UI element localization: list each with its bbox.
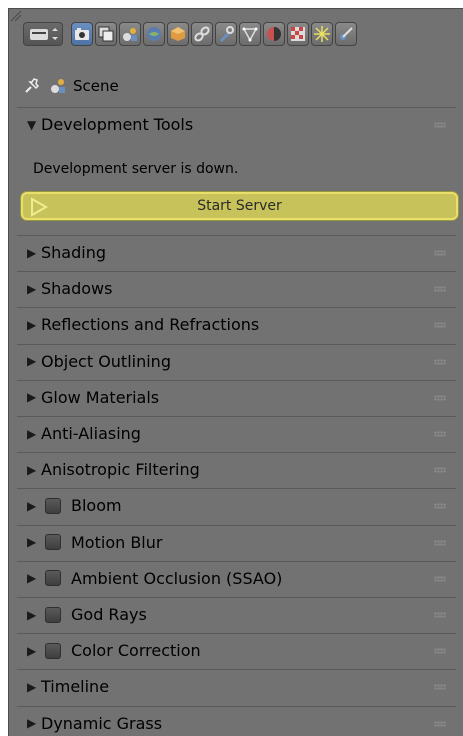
panel-title: Anisotropic Filtering [41,460,200,480]
panel-header[interactable]: ▶ Reflections and Refractions [17,307,456,341]
pin-icon[interactable] [23,77,41,95]
collapsed-triangle-icon: ▶ [27,354,37,369]
panel-title: Anti-Aliasing [41,424,141,443]
render-layers-icon[interactable] [95,22,117,46]
enable-checkbox[interactable] [45,497,61,514]
drag-grip-icon[interactable] [434,503,446,510]
collapsed-triangle-icon: ▶ [27,535,37,550]
start-server-label: Start Server [197,198,282,214]
drag-grip-icon[interactable] [434,539,446,546]
panel-title: Shadows [41,279,113,299]
panel-header[interactable]: ▶ Timeline [17,669,456,703]
panel-header[interactable]: ▶ Anti-Aliasing [17,416,456,450]
collapsed-triangle-icon: ▶ [27,281,37,296]
panel-header[interactable]: ▶ Glow Materials [17,379,456,414]
collapsed-triangle-icon: ▶ [27,571,37,586]
panel-header[interactable]: ▶ Shading [17,235,456,269]
panel-title: Object Outlining [41,351,171,371]
data-icon[interactable] [239,22,261,46]
drag-grip-icon[interactable] [434,286,446,293]
enable-checkbox[interactable] [45,534,61,551]
panel-title: Development Tools [41,115,194,134]
panel-development-tools[interactable]: ▼ Development Tools [17,107,456,141]
modifiers-icon[interactable] [215,22,237,46]
panel-header[interactable]: ▶ Dynamic Grass [17,705,456,736]
enable-checkbox[interactable] [45,570,61,587]
drag-grip-icon[interactable] [434,684,446,691]
expanded-triangle-icon: ▼ [27,117,37,132]
collapsed-triangle-icon: ▶ [27,643,37,658]
texture-icon[interactable] [287,22,309,46]
properties-editor: Scene ▼ Development Tools Development se… [8,8,463,736]
drag-grip-icon[interactable] [434,612,446,618]
scene-icon[interactable] [119,22,141,46]
collapsed-triangle-icon: ▶ [27,317,37,332]
drag-grip-icon[interactable] [434,575,446,582]
drag-grip-icon[interactable] [434,467,446,474]
collapsed-triangle-icon: ▶ [27,716,37,731]
context-toolbar [23,19,359,49]
drag-grip-icon[interactable] [434,122,446,128]
panel-header[interactable]: ▶ Ambient Occlusion (SSAO) [17,560,456,595]
panel-title: Motion Blur [71,532,163,552]
panel-title: Ambient Occlusion (SSAO) [71,568,283,588]
enable-checkbox[interactable] [45,606,61,623]
collapsed-triangle-icon: ▶ [27,462,37,477]
collapsed-triangle-icon: ▶ [27,607,37,622]
drag-grip-icon[interactable] [434,394,446,401]
drag-grip-icon[interactable] [434,250,446,256]
collapsed-triangle-icon: ▶ [27,426,37,441]
enable-checkbox[interactable] [45,642,61,659]
scene-name: Scene [73,77,119,95]
collapsed-triangle-icon: ▶ [27,498,37,513]
panel-header[interactable]: ▶ Color Correction [17,633,456,667]
panel-header[interactable]: ▶ God Rays [17,597,456,631]
scene-icon [51,79,65,93]
panel-title: Glow Materials [41,387,160,407]
play-icon [31,197,49,217]
panel-title: Color Correction [71,641,201,661]
collapsed-triangle-icon: ▶ [27,245,37,260]
properties-editor-icon[interactable] [23,22,63,46]
particles-icon[interactable] [311,22,333,46]
panel-header[interactable]: ▶ Object Outlining [17,343,456,378]
panel-header[interactable]: ▶ Shadows [17,271,456,305]
drag-grip-icon[interactable] [434,358,446,365]
server-status-text: Development server is down. [33,161,239,177]
panel-header[interactable]: ▶ Bloom [17,488,456,522]
object-icon[interactable] [167,22,189,46]
collapsed-triangle-icon: ▶ [27,679,37,694]
panel-title: Reflections and Refractions [41,315,260,335]
context-path: Scene [23,71,119,101]
collapsed-triangle-icon: ▶ [27,390,37,405]
drag-grip-icon[interactable] [434,648,446,655]
panel-title: Bloom [71,496,122,516]
constraints-icon[interactable] [191,22,213,46]
panel-title: Shading [41,243,106,262]
physics-icon[interactable] [335,22,357,46]
material-icon[interactable] [263,22,285,46]
panel-title: God Rays [71,605,147,624]
panel-header[interactable]: ▶ Motion Blur [17,524,456,559]
drag-grip-icon[interactable] [434,431,446,437]
drag-grip-icon[interactable] [434,720,446,727]
start-server-button[interactable]: Start Server [21,192,458,220]
drag-grip-icon[interactable] [434,322,446,329]
panel-header[interactable]: ▶ Anisotropic Filtering [17,452,456,486]
world-icon[interactable] [143,22,165,46]
area-corner-icon[interactable] [9,9,23,23]
panel-title: Timeline [41,677,110,697]
render-icon[interactable] [71,22,93,46]
panel-title: Dynamic Grass [41,713,163,733]
